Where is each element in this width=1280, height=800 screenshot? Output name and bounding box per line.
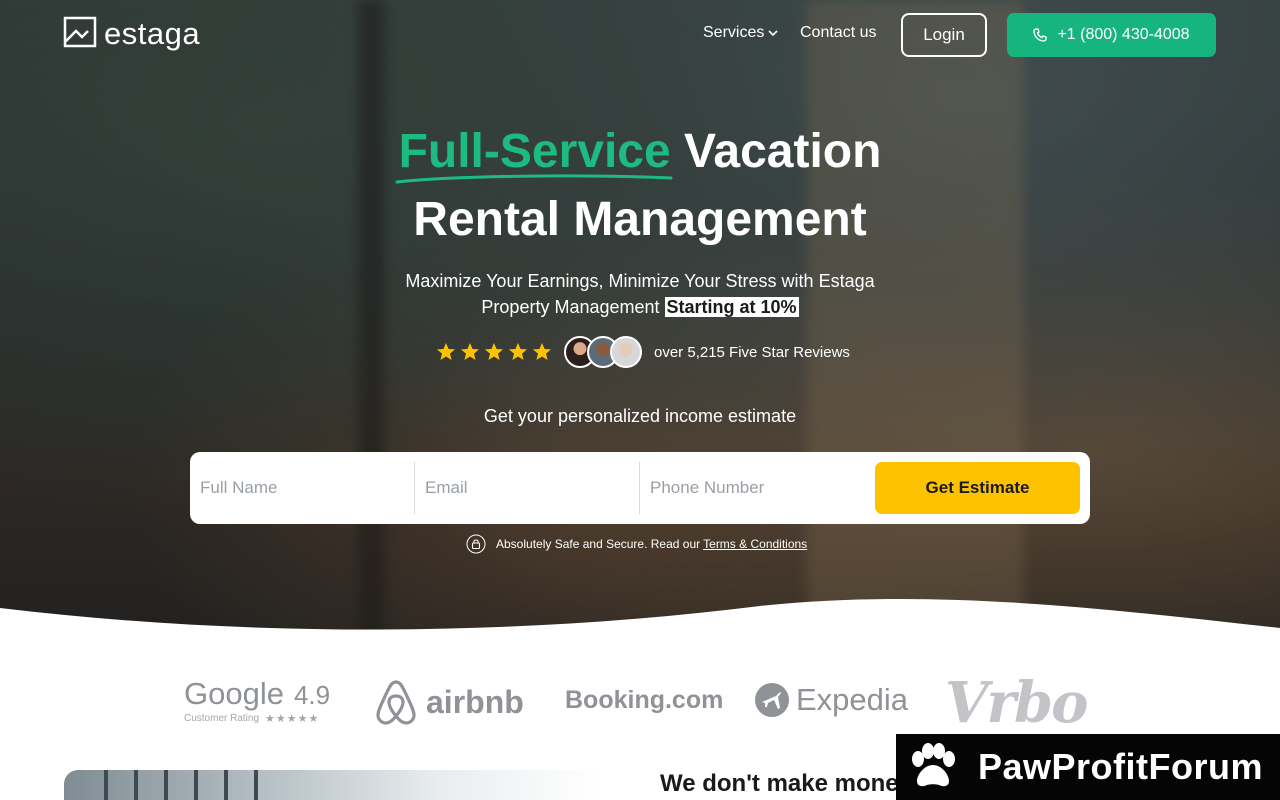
get-estimate-button[interactable]: Get Estimate [875, 462, 1080, 514]
expedia-logo: Expedia [754, 682, 908, 718]
hero-wave-divider [0, 598, 1280, 648]
chevron-down-icon [768, 30, 778, 37]
airbnb-wordmark: airbnb [426, 683, 524, 720]
star-icon [437, 343, 455, 360]
photo-detail [164, 770, 168, 800]
photo-detail [224, 770, 228, 800]
phone-number: +1 (800) 430-4008 [1057, 26, 1190, 43]
headline-accent: Full-Service [398, 125, 671, 178]
photo-detail [254, 770, 258, 800]
phone-call-button[interactable]: +1 (800) 430-4008 [1007, 13, 1216, 57]
phone-icon [1033, 28, 1048, 42]
star-icon [485, 343, 503, 360]
house-frame-icon [63, 16, 97, 47]
expedia-wordmark: Expedia [796, 682, 909, 717]
expedia-icon [755, 683, 789, 717]
nav-services-label: Services [703, 24, 765, 41]
reviews-count-text: over 5,215 Five Star Reviews [654, 343, 850, 361]
section-heading: We don't make mone [660, 770, 899, 797]
security-text: Absolutely Safe and Secure. Read our [496, 537, 701, 551]
property-photo [64, 770, 600, 800]
platform-logos: Google 4.9 Customer Rating ★★★★★ airbnb Bo… [0, 670, 1280, 740]
airbnb-icon [376, 680, 416, 725]
avatar [610, 336, 642, 368]
pricing-highlight: Starting at 10% [664, 297, 799, 317]
estimate-form: Get Estimate [190, 452, 1090, 524]
login-button[interactable]: Login [901, 13, 987, 57]
google-rating-logo: Google 4.9 Customer Rating ★★★★★ [184, 676, 330, 725]
paw-icon [912, 743, 955, 787]
booking-logo: Booking.com [565, 686, 724, 714]
subhead-line1: Maximize Your Earnings, Minimize Your St… [405, 271, 875, 291]
google-rating-value: 4.9 [293, 680, 331, 710]
airbnb-logo: airbnb [374, 678, 524, 726]
reviews-summary: over 5,215 Five Star Reviews [436, 336, 850, 368]
full-name-input[interactable] [190, 462, 414, 514]
security-notice: Absolutely Safe and Secure. Read our Ter… [466, 534, 807, 554]
phone-number-input[interactable] [640, 462, 864, 514]
star-icon [461, 343, 479, 360]
star-icon [509, 343, 527, 360]
headline-line1-rest: Vacation [670, 125, 882, 178]
photo-detail [134, 770, 138, 800]
brand-logo[interactable]: estaga [62, 14, 200, 49]
headline-underline [395, 174, 673, 184]
headline-line2: Rental Management [413, 193, 867, 246]
google-rating-caption: Customer Rating [184, 713, 260, 724]
forum-watermark: PawProfitForum [896, 734, 1280, 800]
hero-subheading: Maximize Your Earnings, Minimize Your St… [0, 268, 1280, 320]
reviewer-avatars [564, 336, 642, 368]
watermark-text: PawProfitForum [978, 746, 1264, 787]
mini-stars-icon: ★★★★★ [265, 713, 320, 725]
star-rating [436, 342, 552, 362]
subhead-line2: Property Management [481, 297, 665, 317]
vrbo-logo: Vrbo [945, 670, 1088, 736]
brand-name: estaga [104, 16, 201, 51]
photo-detail [194, 770, 198, 800]
nav-services[interactable]: Services [703, 24, 778, 42]
top-nav: estaga Services Contact us Login +1 (800… [0, 0, 1280, 70]
lock-icon [466, 534, 486, 554]
google-wordmark: Google [184, 676, 284, 711]
terms-link[interactable]: Terms & Conditions [703, 537, 807, 551]
estimate-title: Get your personalized income estimate [483, 406, 797, 426]
email-input[interactable] [415, 462, 639, 514]
nav-contact-us[interactable]: Contact us [800, 24, 876, 42]
photo-detail [104, 770, 108, 800]
star-icon [533, 343, 551, 360]
